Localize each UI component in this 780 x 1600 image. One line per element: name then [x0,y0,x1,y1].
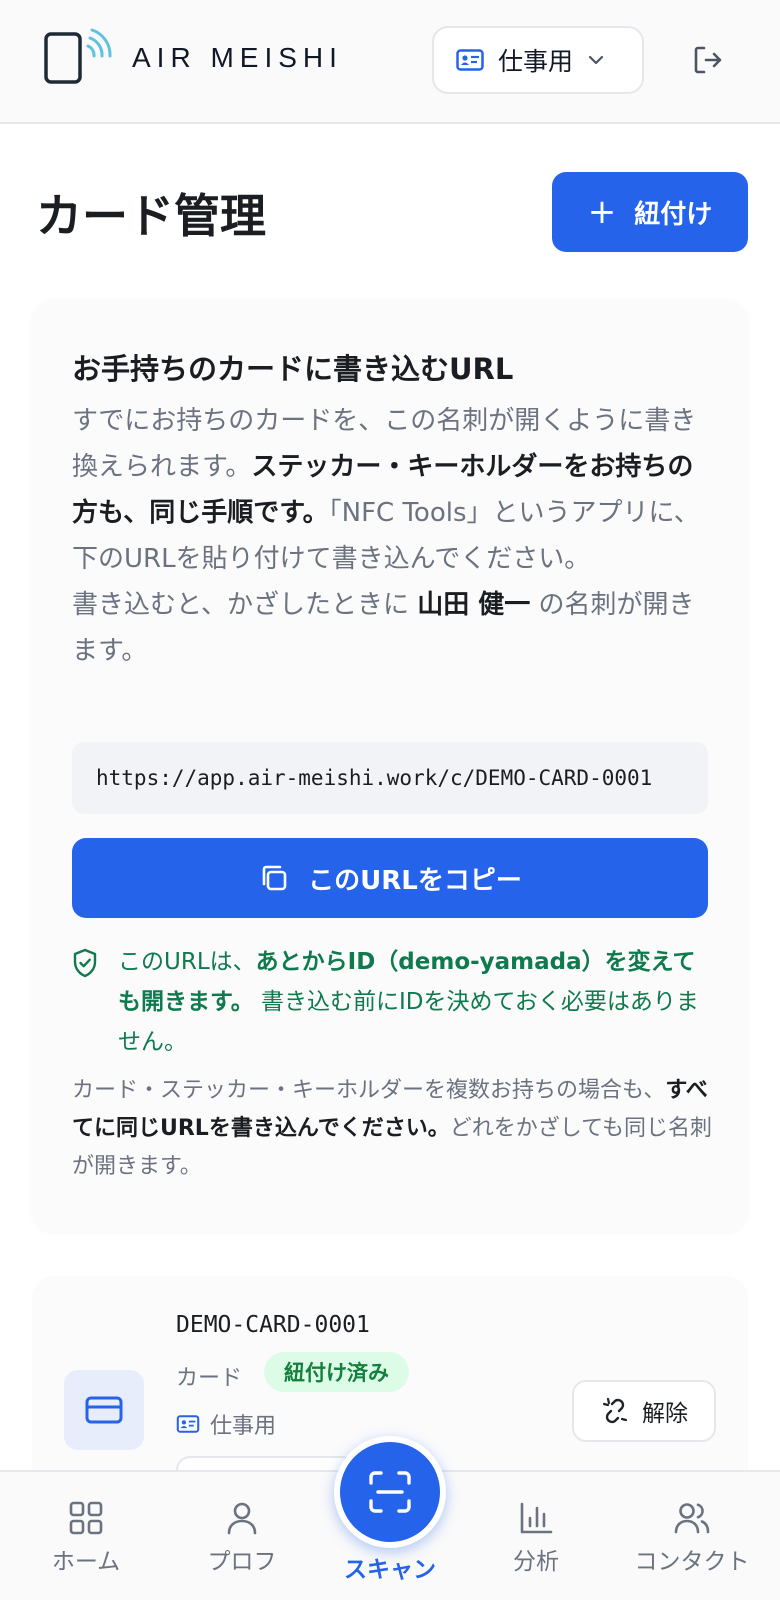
copy-url-button-label: このURLをコピー [308,865,522,896]
app-header: AIR MEISHI 仕事用 [0,0,780,124]
write-url-field[interactable]: https://app.air-meishi.work/c/DEMO-CARD-… [72,742,708,814]
user-icon [227,1502,257,1535]
id-change-note: このURLは、あとからID（demo-yamada）を変えても開きます。 書き込… [118,949,699,1055]
link-card-button[interactable]: + 紐付け [552,172,748,252]
nav-profile-label: プロフ [207,1549,277,1575]
nav-contacts[interactable]: コンタクト [622,1500,762,1576]
plus-icon: + [587,192,617,232]
grid-icon [69,1501,103,1535]
nav-analytics-label: 分析 [513,1549,559,1575]
profile-selector[interactable]: 仕事用 [432,26,644,94]
write-url-title: お手持ちのカードに書き込むURL [72,352,514,386]
copy-url-button[interactable]: このURLをコピー [72,838,708,918]
nav-contacts-label: コンタクト [634,1549,750,1575]
card-id: DEMO-CARD-0001 [176,1312,370,1338]
id-card-icon [176,1415,200,1433]
users-icon [674,1503,710,1534]
page-title: カード管理 [36,189,266,243]
unlink-icon [602,1397,628,1424]
logout-icon[interactable] [690,42,726,78]
bar-chart-icon [520,1502,553,1534]
nfc-card-logo-icon [44,28,112,84]
multiple-cards-note: カード・ステッカー・キーホルダーを複数お持ちの場合も、すべてに同じURLを書き込… [72,1078,712,1179]
card-type: カード [176,1366,243,1391]
credit-card-icon [85,1396,123,1424]
card-profile: 仕事用 [176,1408,276,1440]
shield-check-icon [73,948,97,978]
card-thumbnail [64,1370,144,1450]
id-card-icon [456,49,484,71]
write-url-description: すでにお持ちのカードを、この名刺が開くように書き換えられます。ステッカー・キーホ… [72,406,700,666]
nav-scan-label[interactable]: スキャン [320,1550,460,1584]
status-badge: 紐付け済み [264,1352,409,1392]
link-card-button-label: 紐付け [634,199,713,230]
nav-analytics[interactable]: 分析 [466,1500,606,1576]
nav-profile[interactable]: プロフ [172,1500,312,1576]
brand-name: AIR MEISHI [132,42,343,73]
unlink-button[interactable]: 解除 [572,1380,716,1442]
chevron-down-icon [588,55,604,65]
nav-home[interactable]: ホーム [16,1500,156,1576]
scan-button[interactable] [334,1436,446,1548]
card-profile-label: 仕事用 [210,1414,277,1439]
unlink-button-label: 解除 [642,1401,688,1427]
scan-icon [369,1471,411,1513]
nav-home-label: ホーム [51,1549,121,1575]
profile-selector-label: 仕事用 [498,47,574,76]
copy-icon [262,865,287,891]
